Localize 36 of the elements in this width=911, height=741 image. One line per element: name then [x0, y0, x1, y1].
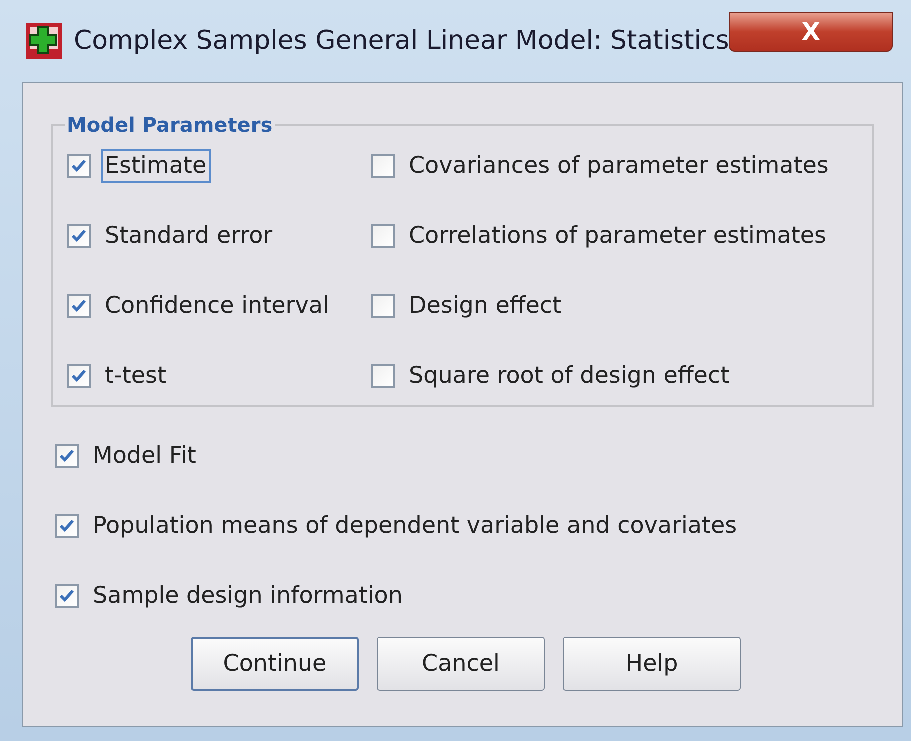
checkmark-icon [59, 449, 75, 463]
checkbox-label[interactable]: Design effect [405, 289, 566, 323]
checkbox[interactable] [67, 364, 91, 388]
dialog-button[interactable]: Cancel [377, 637, 545, 691]
checkbox-label[interactable]: Covariances of parameter estimates [405, 149, 833, 183]
checkmark-icon [59, 589, 75, 603]
checkmark-icon [71, 159, 87, 173]
checkbox-label[interactable]: t-test [101, 359, 170, 393]
checkmark-icon [71, 229, 87, 243]
checkbox[interactable] [371, 294, 395, 318]
checkbox-label[interactable]: Square root of design effect [405, 359, 734, 393]
checkmark-icon [71, 299, 87, 313]
checkbox-label[interactable]: Model Fit [89, 439, 200, 473]
checkbox[interactable] [371, 364, 395, 388]
checkbox-label[interactable]: Estimate [101, 149, 211, 183]
checkbox-label[interactable]: Confidence interval [101, 289, 334, 323]
checkmark-icon [71, 369, 87, 383]
dialog-button[interactable]: Help [563, 637, 741, 691]
checkbox-label[interactable]: Standard error [101, 219, 277, 253]
checkbox[interactable] [55, 444, 79, 468]
checkmark-icon [59, 519, 75, 533]
checkbox-label[interactable]: Correlations of parameter estimates [405, 219, 831, 253]
close-button[interactable]: X [729, 12, 893, 52]
checkbox[interactable] [67, 294, 91, 318]
checkbox-label[interactable]: Population means of dependent variable and covariates [89, 509, 742, 543]
dialog-button[interactable]: Continue [191, 637, 359, 691]
checkbox[interactable] [67, 224, 91, 248]
group-title: Model Parameters [66, 113, 274, 137]
checkbox[interactable] [55, 584, 79, 608]
checkbox[interactable] [55, 514, 79, 538]
window-title: Complex Samples General Linear Model: Statistics [74, 26, 730, 56]
app-icon [26, 23, 62, 59]
checkbox-label[interactable]: Sample design information [89, 579, 407, 613]
checkbox[interactable] [371, 154, 395, 178]
checkbox[interactable] [371, 224, 395, 248]
checkbox[interactable] [67, 154, 91, 178]
